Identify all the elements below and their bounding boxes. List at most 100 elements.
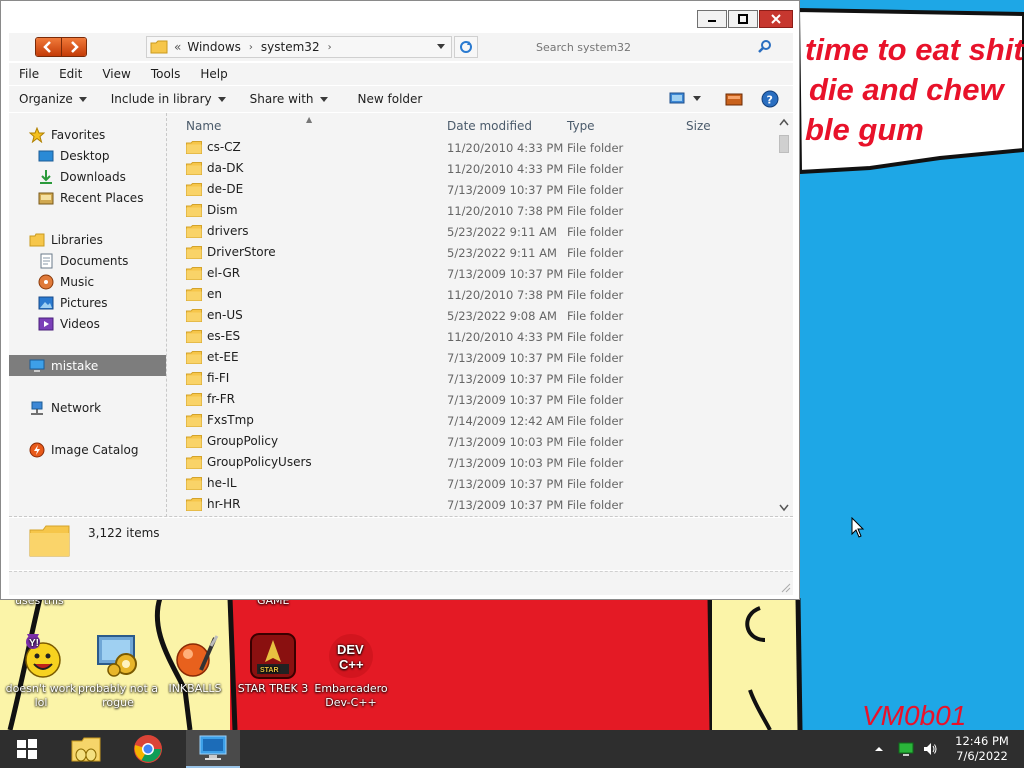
file-type: File folder <box>567 183 624 197</box>
menu-edit[interactable]: Edit <box>49 67 92 81</box>
nav-documents[interactable]: Documents <box>9 250 166 271</box>
table-row[interactable]: de-DE 7/13/2009 10:37 PM File folder <box>168 179 768 200</box>
nav-label: Image Catalog <box>51 442 139 457</box>
nav-pictures[interactable]: Pictures <box>9 292 166 313</box>
taskbar-computer-window[interactable] <box>186 730 240 768</box>
nav-computer[interactable]: mistake <box>9 355 166 376</box>
breadcrumb-system32[interactable]: system32 <box>261 40 320 54</box>
menu-bar: File Edit View Tools Help <box>9 63 793 85</box>
table-row[interactable]: cs-CZ 11/20/2010 4:33 PM File folder <box>168 137 768 158</box>
table-row[interactable]: da-DK 11/20/2010 4:33 PM File folder <box>168 158 768 179</box>
scroll-up-icon[interactable] <box>777 117 791 127</box>
new-folder-button[interactable]: New folder <box>348 92 433 106</box>
close-button[interactable] <box>759 10 793 28</box>
table-row[interactable]: drivers 5/23/2022 9:11 AM File folder <box>168 221 768 242</box>
file-type: File folder <box>567 498 624 512</box>
nav-network[interactable]: Network <box>9 397 166 418</box>
taskbar-chrome[interactable] <box>121 730 175 768</box>
organize-button[interactable]: Organize <box>9 92 97 106</box>
table-row[interactable]: fi-FI 7/13/2009 10:37 PM File folder <box>168 368 768 389</box>
file-date: 5/23/2022 9:11 AM <box>447 225 557 239</box>
file-name: GroupPolicyUsers <box>207 455 312 469</box>
nav-libraries[interactable]: Libraries <box>9 229 166 250</box>
desktop-icon-yahoo[interactable]: Y! doesn't work lol <box>0 632 82 710</box>
file-date: 7/13/2009 10:37 PM <box>447 351 564 365</box>
start-button[interactable] <box>0 730 54 768</box>
table-row[interactable]: et-EE 7/13/2009 10:37 PM File folder <box>168 347 768 368</box>
share-with-button[interactable]: Share with <box>240 92 338 106</box>
taskbar-file-explorer[interactable] <box>59 730 113 768</box>
include-in-library-button[interactable]: Include in library <box>101 92 236 106</box>
volume-icon[interactable] <box>922 741 938 757</box>
nav-videos[interactable]: Videos <box>9 313 166 334</box>
menu-view[interactable]: View <box>92 67 140 81</box>
nav-image-catalog[interactable]: Image Catalog <box>9 439 166 460</box>
minimize-button[interactable] <box>697 10 727 28</box>
file-name: DriverStore <box>207 245 276 259</box>
table-row[interactable]: hr-HR 7/13/2009 10:37 PM File folder <box>168 494 768 515</box>
table-row[interactable]: Dism 11/20/2010 7:38 PM File folder <box>168 200 768 221</box>
show-hidden-icons-icon[interactable] <box>874 744 884 754</box>
table-row[interactable]: en-US 5/23/2022 9:08 AM File folder <box>168 305 768 326</box>
nav-downloads[interactable]: Downloads <box>9 166 166 187</box>
table-row[interactable]: GroupPolicy 7/13/2009 10:03 PM File folder <box>168 431 768 452</box>
nav-label: Libraries <box>51 232 103 247</box>
menu-help[interactable]: Help <box>190 67 237 81</box>
column-header-date[interactable]: Date modified <box>447 119 532 133</box>
file-date: 7/14/2009 12:42 AM <box>447 414 565 428</box>
breadcrumb-windows[interactable]: Windows <box>187 40 241 54</box>
vertical-scrollbar[interactable] <box>777 117 791 513</box>
table-row[interactable]: FxsTmp 7/14/2009 12:42 AM File folder <box>168 410 768 431</box>
breadcrumb-overflow[interactable]: « <box>174 40 181 54</box>
file-type: File folder <box>567 141 624 155</box>
file-date: 11/20/2010 4:33 PM <box>447 141 564 155</box>
search-icon[interactable] <box>758 40 772 54</box>
search-input[interactable] <box>530 40 750 54</box>
nav-recent-places[interactable]: Recent Places <box>9 187 166 208</box>
title-bar[interactable] <box>1 1 799 31</box>
table-row[interactable]: en 11/20/2010 7:38 PM File folder <box>168 284 768 305</box>
desktop-icon-inkballs[interactable]: INKBALLS <box>154 632 236 696</box>
view-options-button[interactable] <box>669 90 701 106</box>
menu-tools[interactable]: Tools <box>141 67 191 81</box>
breadcrumb-separator-icon[interactable]: › <box>328 42 332 53</box>
menu-file[interactable]: File <box>9 67 49 81</box>
maximize-button[interactable] <box>728 10 758 28</box>
desktop-icon-program[interactable]: probably not a rogue <box>77 632 159 710</box>
column-header-size[interactable]: Size <box>686 119 711 133</box>
desktop-icon-devcpp[interactable]: DEV C++ Embarcadero Dev-C++ <box>310 632 392 710</box>
devcpp-icon: DEV C++ <box>327 632 375 680</box>
network-icon <box>31 401 43 415</box>
nav-favorites[interactable]: Favorites <box>9 124 166 145</box>
network-status-icon[interactable] <box>898 741 914 757</box>
nav-desktop[interactable]: Desktop <box>9 145 166 166</box>
scroll-down-icon[interactable] <box>777 503 791 513</box>
help-icon[interactable]: ? <box>761 90 779 108</box>
gear-program-icon <box>94 632 142 680</box>
nav-music[interactable]: Music <box>9 271 166 292</box>
table-row[interactable]: es-ES 11/20/2010 4:33 PM File folder <box>168 326 768 347</box>
scroll-thumb[interactable] <box>779 135 789 153</box>
table-row[interactable]: fr-FR 7/13/2009 10:37 PM File folder <box>168 389 768 410</box>
preview-pane-icon[interactable] <box>725 91 743 107</box>
table-row[interactable]: GroupPolicyUsers 7/13/2009 10:03 PM File f… <box>168 452 768 473</box>
table-row[interactable]: el-GR 7/13/2009 10:37 PM File folder <box>168 263 768 284</box>
folder-icon <box>186 246 202 259</box>
desktop-icon-label: probably not a rogue <box>77 682 158 709</box>
clock[interactable]: 12:46 PM 7/6/2022 <box>952 734 1012 764</box>
refresh-button[interactable] <box>454 36 478 58</box>
resize-grip-icon[interactable] <box>781 583 791 593</box>
breadcrumb-separator-icon[interactable]: › <box>249 42 253 53</box>
forward-button[interactable] <box>60 38 86 56</box>
back-button[interactable] <box>36 38 61 56</box>
desktop-icon-star-trek[interactable]: STAR STAR TREK 3 <box>232 632 314 696</box>
column-header-type[interactable]: Type <box>567 119 595 133</box>
column-header-name[interactable]: Name <box>186 119 221 133</box>
address-bar[interactable]: « Windows › system32 › <box>146 36 452 58</box>
nav-label: Pictures <box>60 295 108 310</box>
file-type: File folder <box>567 477 624 491</box>
table-row[interactable]: he-IL 7/13/2009 10:37 PM File folder <box>168 473 768 494</box>
address-dropdown-icon[interactable] <box>437 44 445 49</box>
file-date: 11/20/2010 7:38 PM <box>447 204 564 218</box>
table-row[interactable]: DriverStore 5/23/2022 9:11 AM File folder <box>168 242 768 263</box>
